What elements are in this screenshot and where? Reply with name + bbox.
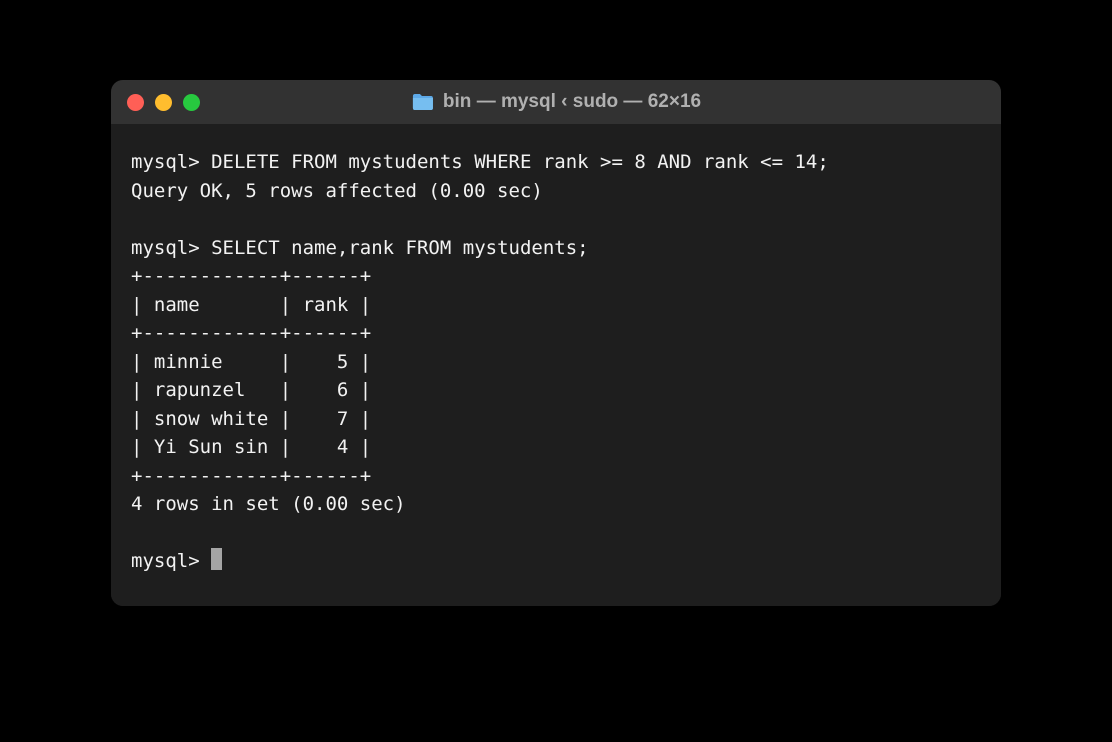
minimize-icon[interactable]	[155, 94, 172, 111]
table-separator: +------------+------+	[131, 465, 371, 487]
maximize-icon[interactable]	[183, 94, 200, 111]
table-row: | Yi Sun sin | 4 |	[131, 436, 371, 458]
result-1: Query OK, 5 rows affected (0.00 sec)	[131, 180, 543, 202]
close-icon[interactable]	[127, 94, 144, 111]
table-row: | snow white | 7 |	[131, 408, 371, 430]
terminal-window: bin — mysql ‹ sudo — 62×16 mysql> DELETE…	[111, 80, 1001, 606]
table-separator: +------------+------+	[131, 265, 371, 287]
table-separator: +------------+------+	[131, 322, 371, 344]
prompt: mysql>	[131, 151, 200, 173]
traffic-lights	[127, 94, 200, 111]
cursor	[211, 548, 222, 570]
command-2: SELECT name,rank FROM mystudents;	[211, 237, 589, 259]
window-title: bin — mysql ‹ sudo — 62×16	[411, 91, 701, 113]
window-title-text: bin — mysql ‹ sudo — 62×16	[443, 91, 701, 113]
result-footer: 4 rows in set (0.00 sec)	[131, 493, 406, 515]
table-row: | minnie | 5 |	[131, 351, 371, 373]
folder-icon	[411, 92, 435, 112]
terminal-body[interactable]: mysql> DELETE FROM mystudents WHERE rank…	[111, 124, 1001, 606]
table-row: | rapunzel | 6 |	[131, 379, 371, 401]
prompt: mysql>	[131, 237, 200, 259]
titlebar[interactable]: bin — mysql ‹ sudo — 62×16	[111, 80, 1001, 124]
table-header: | name | rank |	[131, 294, 371, 316]
command-1: DELETE FROM mystudents WHERE rank >= 8 A…	[211, 151, 829, 173]
prompt: mysql>	[131, 550, 200, 572]
